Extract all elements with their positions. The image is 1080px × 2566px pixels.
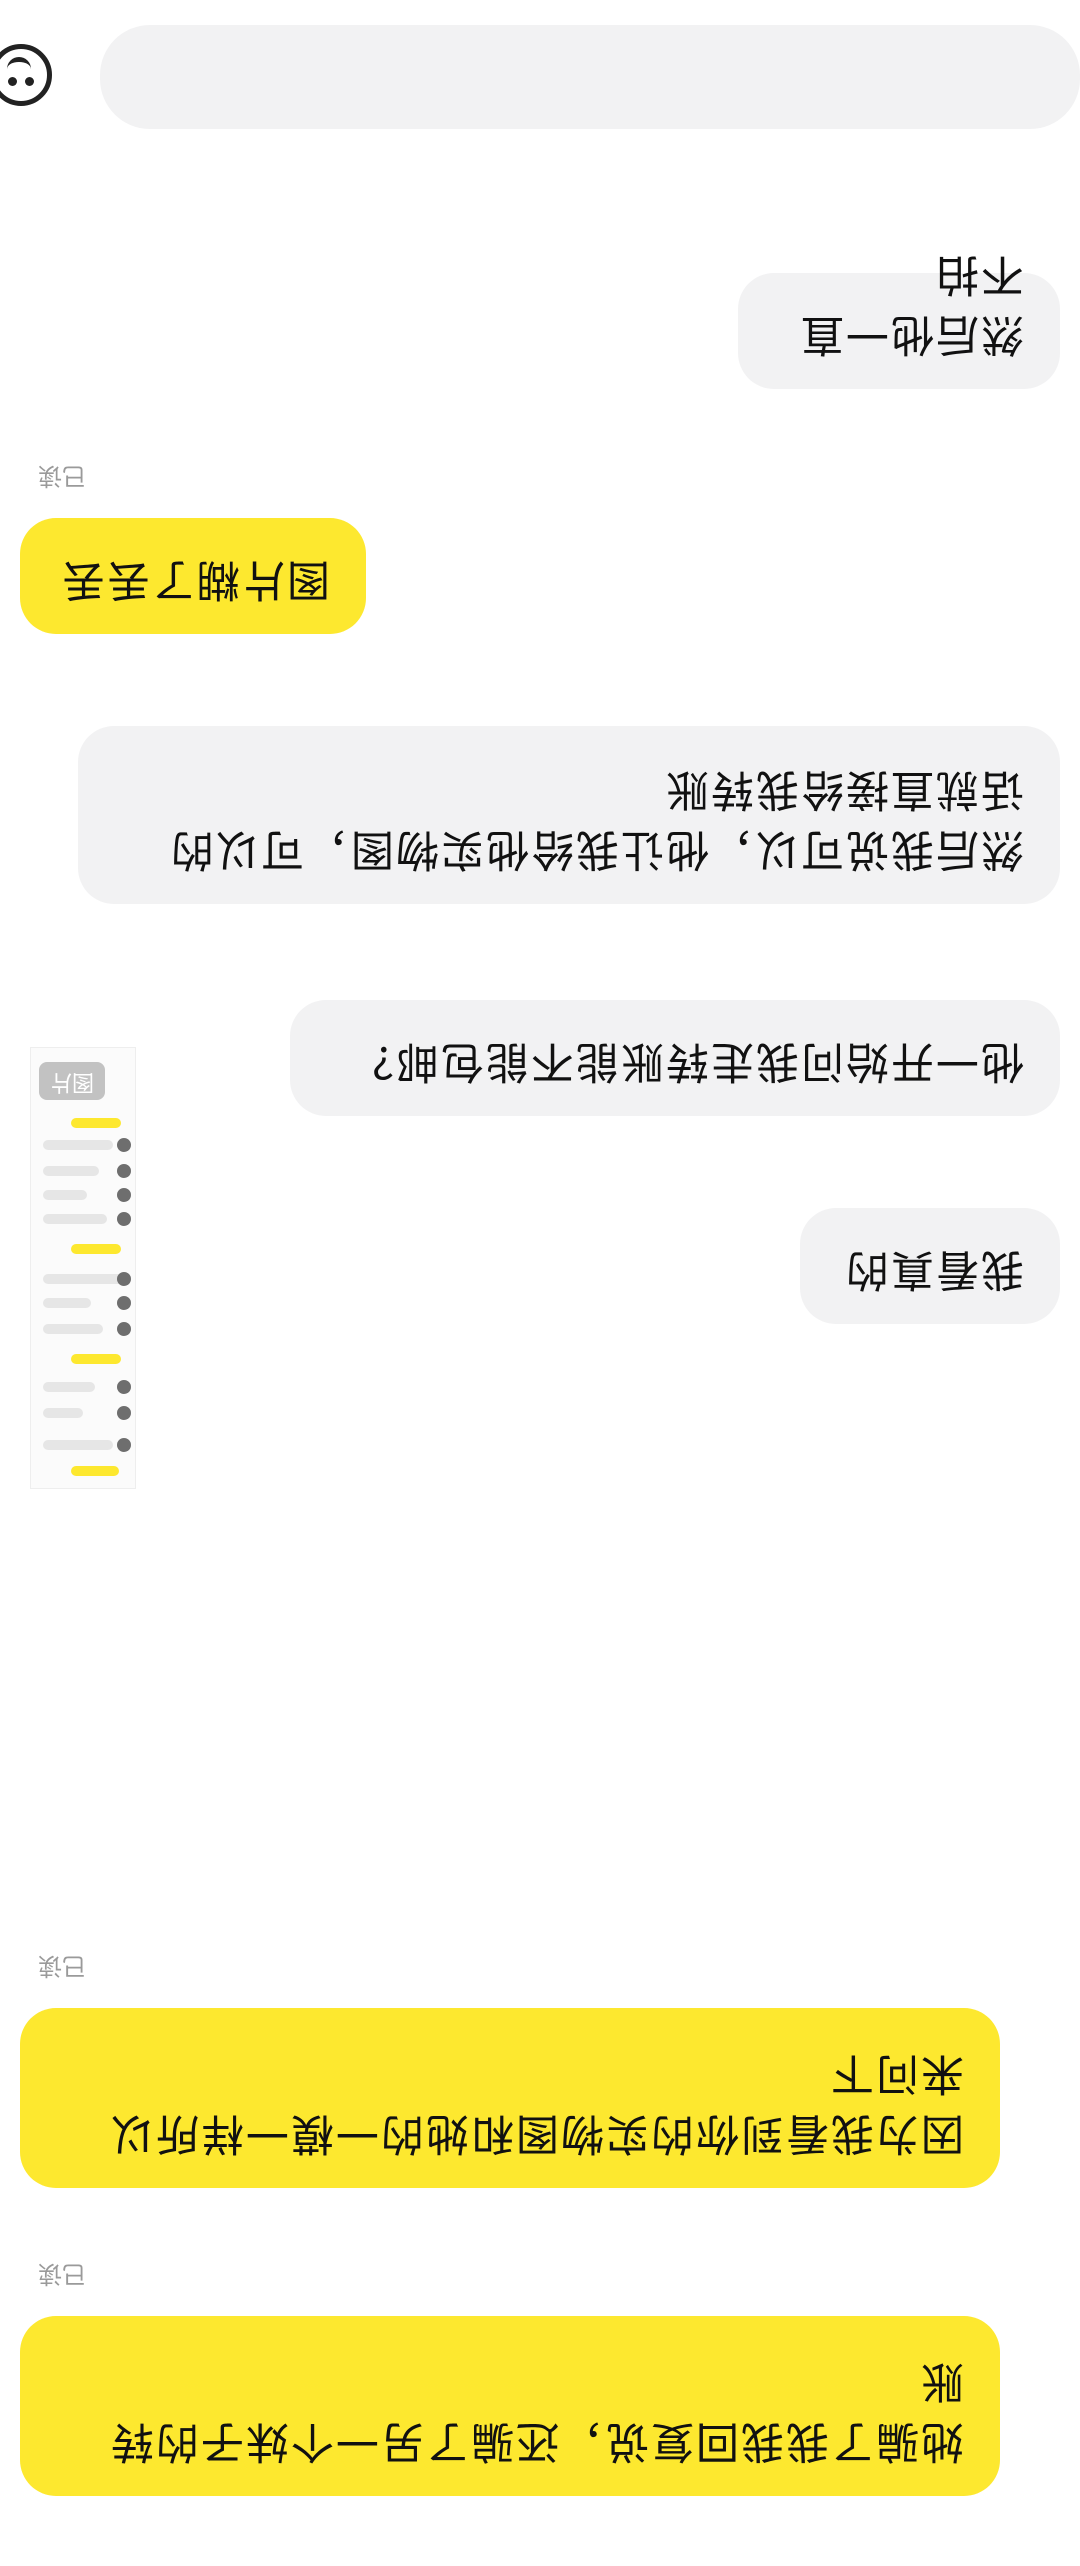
message-bubble-other[interactable]: 然后他一直不拍 — [738, 249, 1060, 389]
thumbnail-avatar — [117, 1164, 131, 1178]
message-text: 然后他一直不拍 — [799, 249, 1024, 359]
thumbnail-avatar — [117, 1322, 131, 1336]
thumbnail-line — [43, 1298, 91, 1308]
thumbnail-avatar — [117, 1188, 131, 1202]
read-status: 已读 — [38, 462, 86, 490]
thumbnail-line — [43, 1166, 99, 1176]
image-thumbnail-preview[interactable]: 图片 — [30, 1047, 136, 1489]
message-bubble-me[interactable]: 她骗了我我回复说，还骗了另一个妹子的转 账 — [20, 2316, 1000, 2496]
message-text: 来问下 — [829, 2048, 964, 2098]
message-text: 她骗了我我回复说，还骗了另一个妹子的转 — [109, 2416, 964, 2466]
thumbnail-line — [43, 1324, 103, 1334]
message-bubble-other[interactable]: 他一开始问我走转账能不能包邮？ — [290, 1000, 1060, 1116]
thumbnail-line — [43, 1140, 113, 1150]
message-text: 话就直接给我转账 — [664, 764, 1024, 814]
thumbnail-line — [71, 1354, 121, 1364]
message-text: 我看真的 — [844, 1244, 1024, 1294]
thumbnail-avatar — [117, 1406, 131, 1420]
thumbnail-avatar — [117, 1296, 131, 1310]
thumbnail-line — [43, 1274, 123, 1284]
thumbnail-line — [43, 1382, 95, 1392]
message-text: 他一开始问我走转账能不能包邮？ — [349, 1036, 1024, 1086]
thumbnail-line — [71, 1118, 121, 1128]
thumbnail-avatar — [117, 1272, 131, 1286]
message-text: 因为我看到你的实物图和她的一模一样所以 — [109, 2108, 964, 2158]
read-status: 已读 — [38, 2260, 86, 2288]
thumbnail-line — [71, 1466, 119, 1476]
message-text: 账 — [919, 2356, 964, 2406]
thumbnail-line — [43, 1190, 87, 1200]
message-bubble-me[interactable]: 因为我看到你的实物图和她的一模一样所以 来问下 — [20, 2008, 1000, 2188]
thumbnail-avatar — [117, 1380, 131, 1394]
thumbnail-avatar — [117, 1438, 131, 1452]
message-text: 图片糊了丢丢 — [60, 554, 330, 604]
image-tag: 图片 — [39, 1062, 105, 1100]
chat-screen: 然后他一直不拍 已读 图片糊了丢丢 然后我说可以，他让我给他实物图，可以的 话就… — [0, 0, 1080, 2566]
message-bubble-me[interactable]: 图片糊了丢丢 — [20, 518, 366, 634]
message-bubble-other[interactable]: 我看真的 — [800, 1208, 1060, 1324]
thumbnail-avatar — [117, 1212, 131, 1226]
message-input[interactable] — [100, 25, 1080, 129]
thumbnail-line — [43, 1440, 113, 1450]
thumbnail-line — [43, 1408, 83, 1418]
thumbnail-avatar — [117, 1138, 131, 1152]
read-status: 已读 — [38, 1952, 86, 1980]
thumbnail-line — [71, 1244, 121, 1254]
message-text: 然后我说可以，他让我给他实物图，可以的 — [169, 824, 1024, 874]
thumbnail-line — [43, 1214, 107, 1224]
message-bubble-other[interactable]: 然后我说可以，他让我给他实物图，可以的 话就直接给我转账 — [78, 726, 1060, 904]
